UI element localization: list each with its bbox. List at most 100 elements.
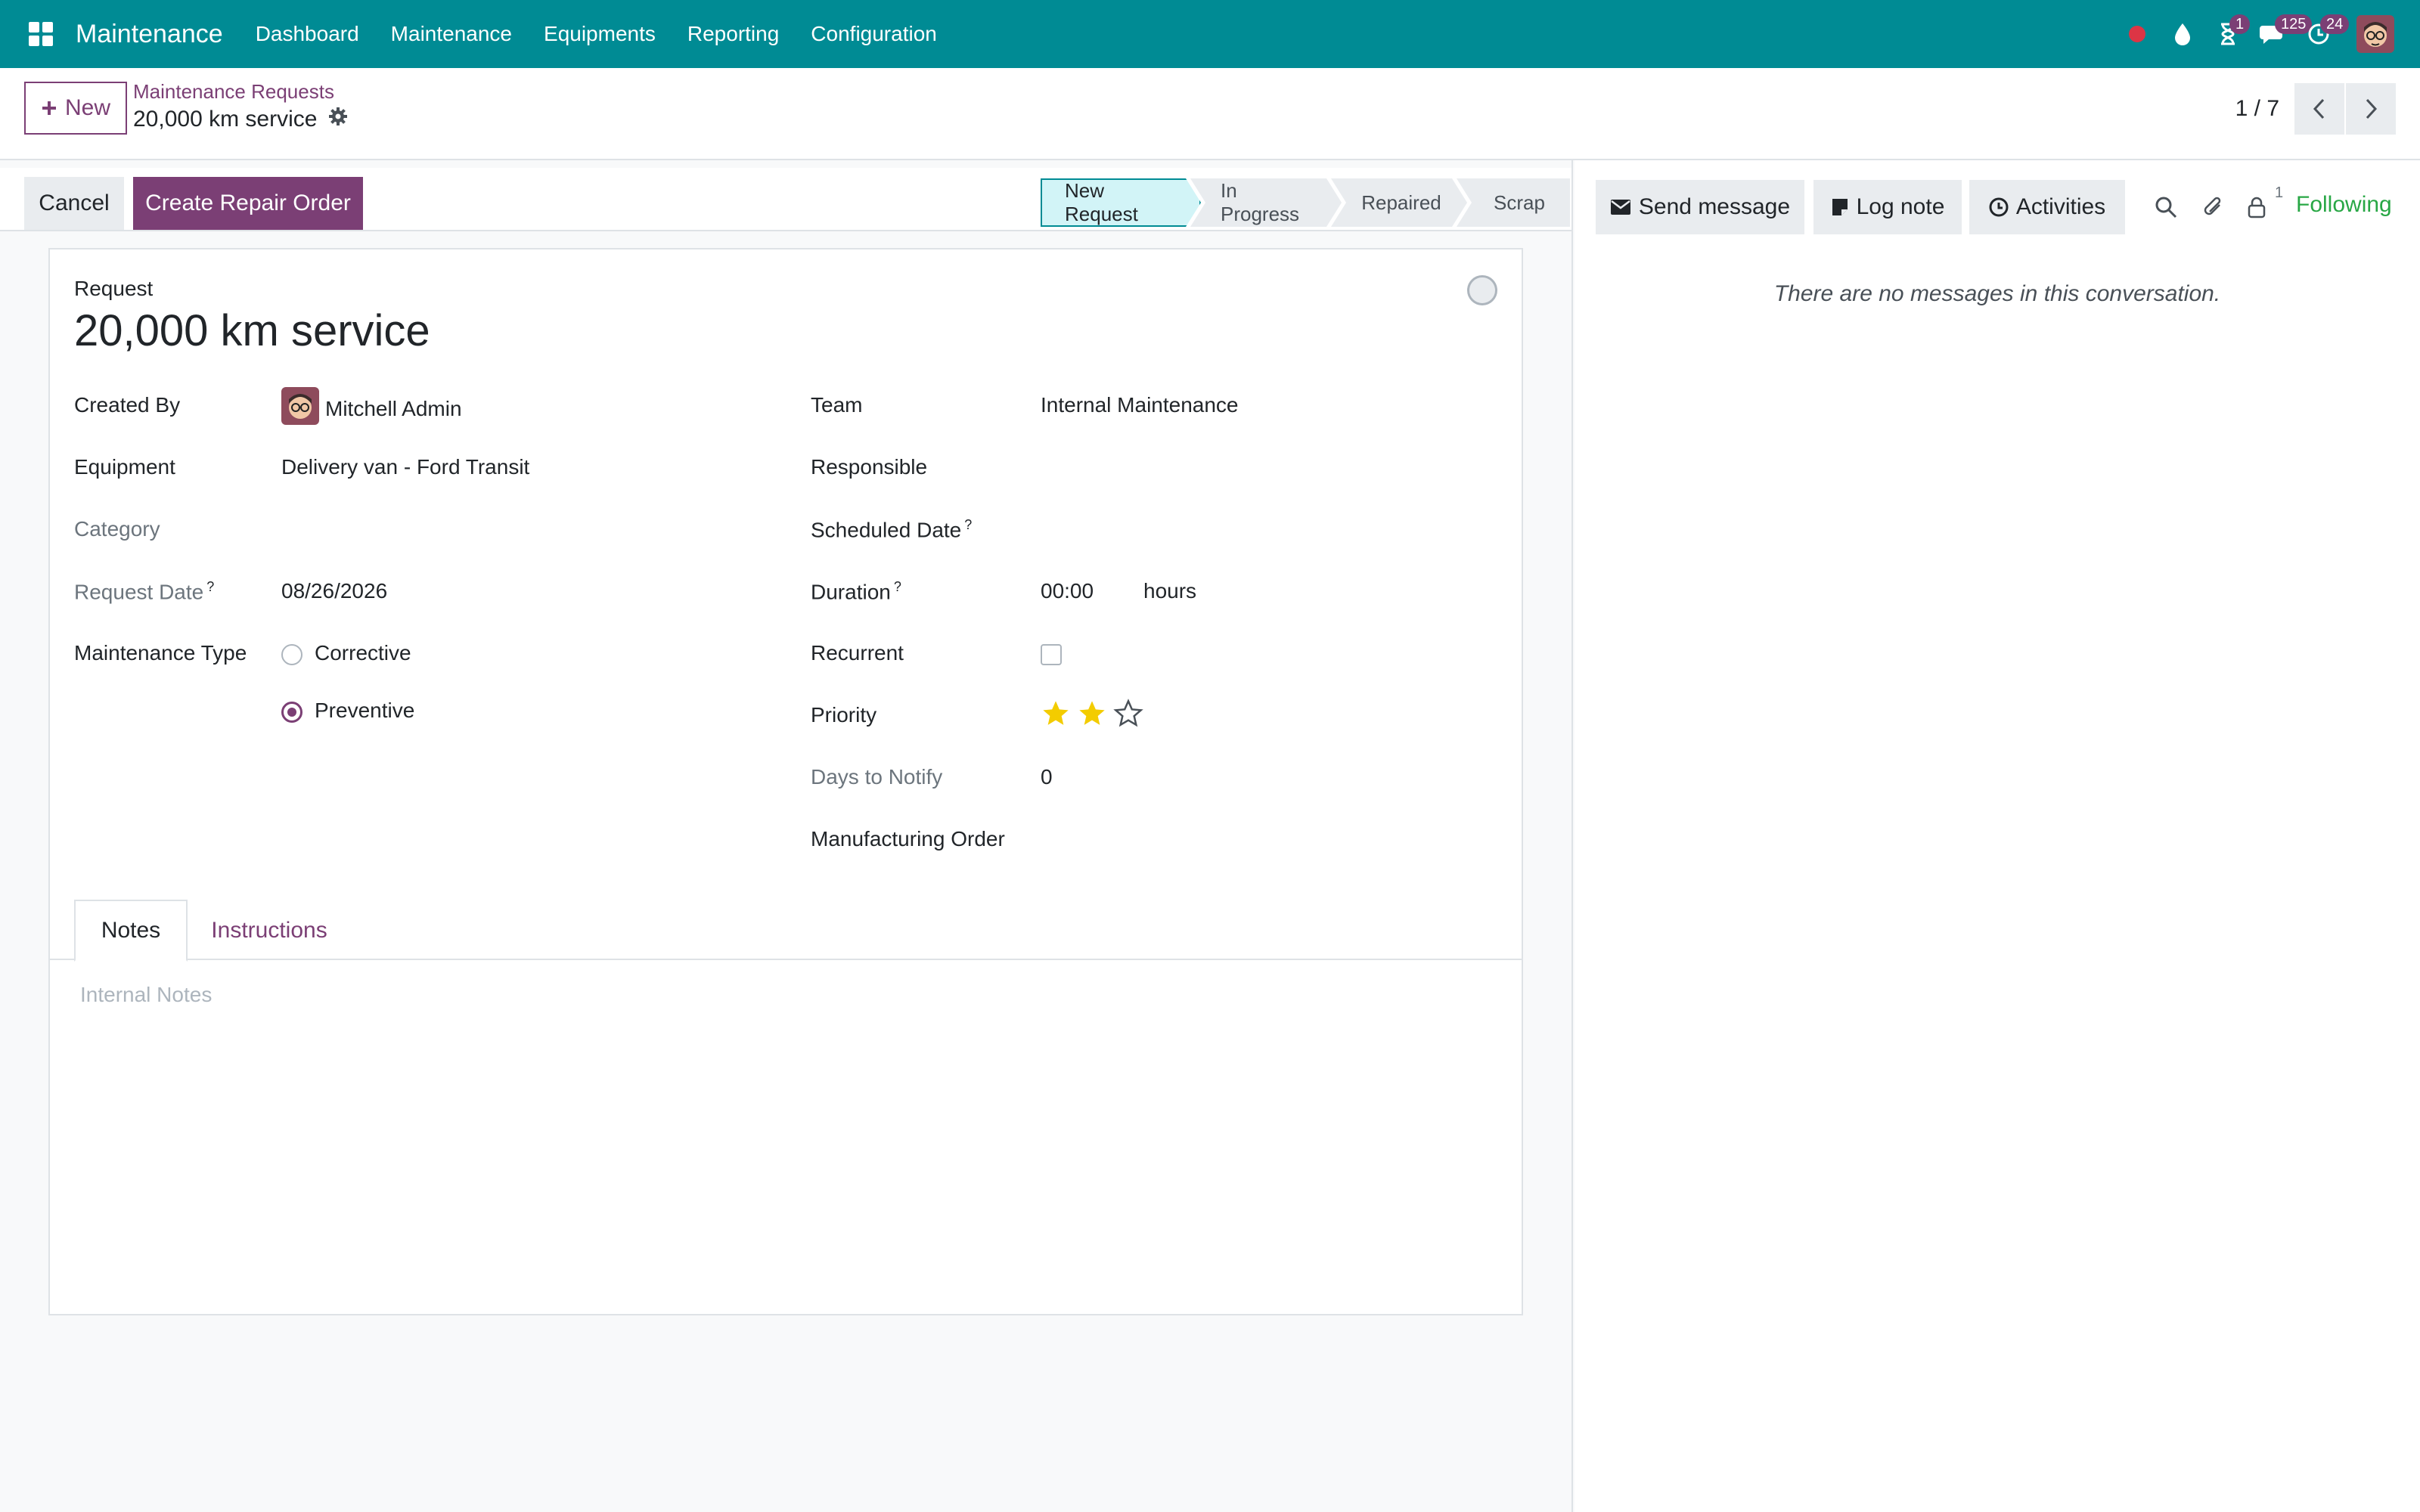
responsible-label: Responsible bbox=[811, 455, 928, 479]
breadcrumb-current-label: 20,000 km service bbox=[133, 107, 318, 132]
form-sheet: Request 20,000 km service Created By Mit… bbox=[48, 248, 1523, 1315]
cancel-button[interactable]: Cancel bbox=[24, 177, 124, 230]
pager-previous-button[interactable] bbox=[2294, 83, 2344, 135]
equipment-value[interactable]: Delivery van - Ford Transit bbox=[281, 455, 529, 479]
priority-star-3-icon[interactable] bbox=[1113, 699, 1143, 729]
duration-unit: hours bbox=[1143, 579, 1197, 603]
record-dot-icon[interactable] bbox=[2114, 11, 2160, 57]
activities-button[interactable]: Activities bbox=[1969, 180, 2125, 234]
stage-in-progress[interactable]: In Progress bbox=[1190, 178, 1342, 227]
clock-icon bbox=[1989, 197, 2009, 217]
category-label: Category bbox=[74, 517, 160, 541]
top-navbar: Maintenance Dashboard Maintenance Equipm… bbox=[0, 0, 2420, 68]
chevron-right-icon bbox=[2366, 98, 2378, 119]
main-menu: Dashboard Maintenance Equipments Reporti… bbox=[240, 22, 953, 46]
created-by-label: Created By bbox=[74, 393, 181, 417]
priority-star-2-icon[interactable] bbox=[1077, 699, 1107, 729]
new-button[interactable]: New bbox=[24, 82, 127, 135]
tab-notes[interactable]: Notes bbox=[74, 900, 188, 962]
duration-label: Duration? bbox=[811, 579, 901, 604]
tab-instructions[interactable]: Instructions bbox=[194, 900, 345, 962]
send-message-label: Send message bbox=[1638, 194, 1791, 219]
form-view: Cancel Create Repair Order New Request I… bbox=[0, 160, 1573, 1512]
created-by-value: Mitchell Admin bbox=[325, 396, 462, 420]
followers-lock-icon[interactable] bbox=[2240, 191, 2273, 224]
menu-equipments[interactable]: Equipments bbox=[528, 22, 672, 46]
help-tooltip-mark[interactable]: ? bbox=[206, 579, 214, 594]
droplet-icon[interactable] bbox=[2160, 11, 2205, 57]
recurrent-checkbox[interactable] bbox=[1041, 644, 1062, 665]
note-icon bbox=[1832, 199, 1848, 215]
chatter-panel: Send message Log note Activities 1 Follo… bbox=[1575, 160, 2420, 1512]
menu-dashboard[interactable]: Dashboard bbox=[240, 22, 375, 46]
equipment-label: Equipment bbox=[74, 455, 175, 479]
log-note-button[interactable]: Log note bbox=[1813, 180, 1962, 234]
duration-value[interactable]: 00:00 bbox=[1041, 579, 1094, 603]
notebook-tabs: Notes Instructions bbox=[50, 900, 1522, 962]
apps-menu-icon[interactable] bbox=[23, 16, 59, 52]
request-title[interactable]: 20,000 km service bbox=[74, 305, 430, 356]
breadcrumb-current: 20,000 km service bbox=[133, 106, 349, 133]
systray: 1 125 24 bbox=[2114, 0, 2420, 68]
paperclip-icon[interactable] bbox=[2196, 191, 2229, 224]
user-avatar[interactable] bbox=[2356, 15, 2394, 53]
activity-hourglass-icon[interactable]: 1 bbox=[2205, 11, 2251, 57]
recurrent-label: Recurrent bbox=[811, 641, 904, 665]
request-date-label-text: Request Date bbox=[74, 580, 204, 604]
pager-value[interactable]: 1 / 7 bbox=[2235, 96, 2279, 122]
request-date-value[interactable]: 08/26/2026 bbox=[281, 579, 387, 603]
new-button-label: New bbox=[64, 95, 110, 120]
request-label: Request bbox=[74, 277, 154, 300]
following-button[interactable]: Following bbox=[2296, 192, 2392, 218]
pager-next-button[interactable] bbox=[2346, 83, 2396, 135]
stage-scrap[interactable]: Scrap bbox=[1457, 178, 1570, 227]
clock-icon[interactable]: 24 bbox=[2296, 11, 2350, 57]
control-panel: New Maintenance Requests 20,000 km servi… bbox=[0, 68, 2420, 160]
kanban-state-circle[interactable] bbox=[1467, 275, 1497, 305]
responsible-input[interactable] bbox=[1041, 448, 1494, 482]
priority-star-1-icon[interactable] bbox=[1041, 699, 1071, 729]
menu-reporting[interactable]: Reporting bbox=[672, 22, 795, 46]
activities-label: Activities bbox=[2015, 194, 2106, 219]
messages-chat-icon[interactable]: 125 bbox=[2251, 11, 2313, 57]
help-tooltip-mark[interactable]: ? bbox=[894, 579, 901, 594]
form-statusbar: Cancel Create Repair Order New Request I… bbox=[0, 168, 1571, 231]
stage-pipeline: New Request In Progress Repaired Scrap bbox=[1041, 178, 1570, 227]
help-tooltip-mark[interactable]: ? bbox=[964, 517, 972, 532]
chevron-left-icon bbox=[2313, 98, 2325, 119]
activity-badge: 1 bbox=[2229, 14, 2251, 34]
manufacturing-order-label: Manufacturing Order bbox=[811, 827, 1005, 850]
internal-notes-editor[interactable]: Internal Notes bbox=[80, 983, 212, 1007]
stage-repaired[interactable]: Repaired bbox=[1331, 178, 1467, 227]
stage-new-request[interactable]: New Request bbox=[1041, 178, 1201, 227]
user-avatar-small bbox=[281, 387, 319, 430]
gear-icon[interactable] bbox=[327, 106, 349, 133]
menu-configuration[interactable]: Configuration bbox=[795, 22, 953, 46]
clock-badge: 24 bbox=[2320, 14, 2350, 34]
scheduled-date-label-text: Scheduled Date bbox=[811, 518, 962, 542]
menu-maintenance[interactable]: Maintenance bbox=[375, 22, 528, 46]
scheduled-date-label: Scheduled Date? bbox=[811, 517, 972, 542]
maintenance-type-label: Maintenance Type bbox=[74, 641, 247, 665]
preventive-option-label[interactable]: Preventive bbox=[315, 699, 414, 723]
app-brand[interactable]: Maintenance bbox=[76, 20, 223, 49]
days-to-notify-value[interactable]: 0 bbox=[1041, 765, 1053, 789]
create-repair-order-button[interactable]: Create Repair Order bbox=[133, 177, 363, 230]
request-date-label: Request Date? bbox=[74, 579, 214, 604]
radio-preventive[interactable] bbox=[281, 702, 302, 723]
envelope-icon bbox=[1610, 200, 1630, 215]
breadcrumb-parent[interactable]: Maintenance Requests bbox=[133, 80, 334, 104]
plus-icon bbox=[42, 101, 56, 115]
priority-label: Priority bbox=[811, 703, 877, 727]
team-value[interactable]: Internal Maintenance bbox=[1041, 393, 1239, 417]
search-icon[interactable] bbox=[2149, 191, 2183, 224]
radio-corrective[interactable] bbox=[281, 644, 302, 665]
scheduled-date-input[interactable] bbox=[1041, 510, 1494, 544]
duration-label-text: Duration bbox=[811, 580, 891, 604]
created-by-field[interactable]: Mitchell Admin bbox=[281, 387, 462, 430]
follower-count: 1 bbox=[2275, 184, 2284, 201]
empty-conversation-text: There are no messages in this conversati… bbox=[1773, 281, 2221, 306]
send-message-button[interactable]: Send message bbox=[1596, 180, 1804, 234]
corrective-option-label[interactable]: Corrective bbox=[315, 641, 411, 665]
days-to-notify-label: Days to Notify bbox=[811, 765, 943, 789]
